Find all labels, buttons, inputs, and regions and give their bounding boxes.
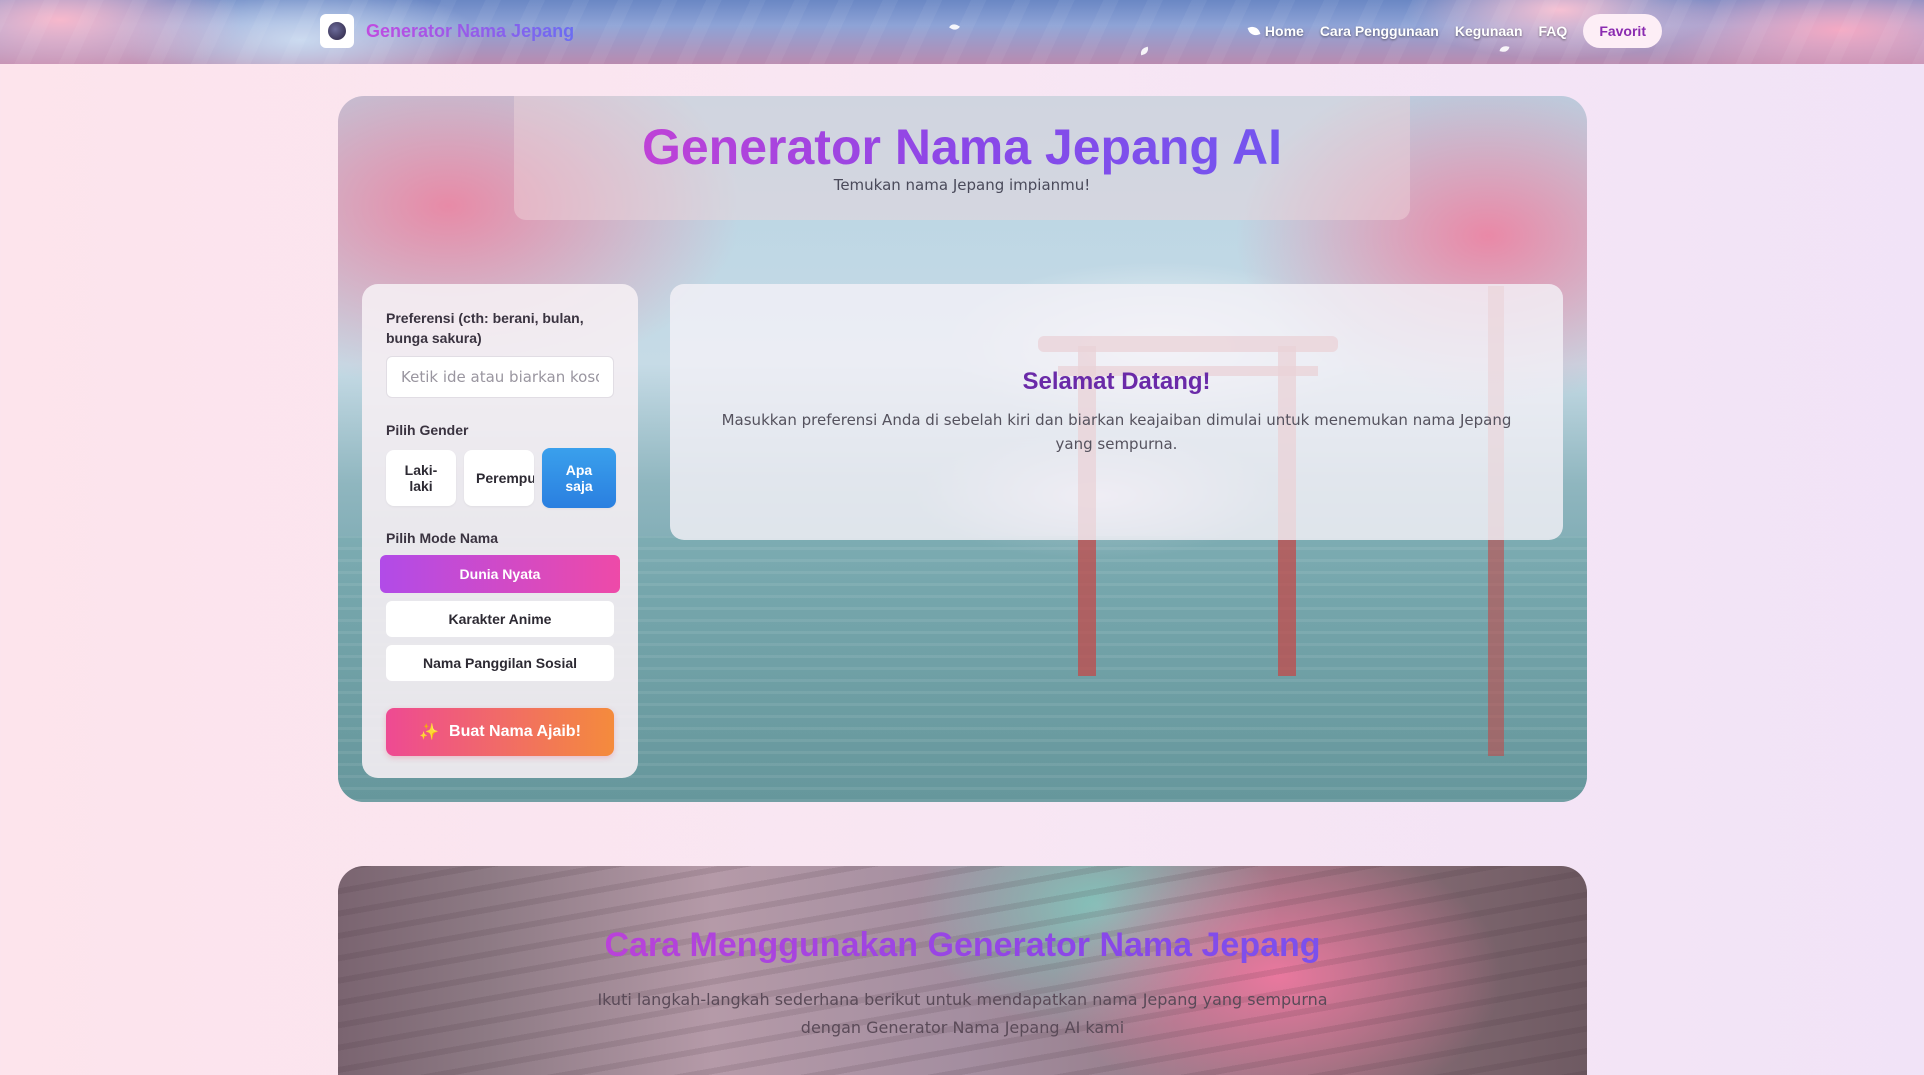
sparkle-icon: ✨ <box>419 724 440 741</box>
favorite-button[interactable]: Favorit <box>1583 14 1662 48</box>
nav-link-cara-penggunaan[interactable]: Cara Penggunaan <box>1320 23 1439 39</box>
hero-title: Generator Nama Jepang AI <box>514 118 1410 176</box>
mode-anime-character-button[interactable]: Karakter Anime <box>386 601 614 637</box>
gender-male-button[interactable]: Laki-laki <box>386 450 456 506</box>
gender-any-button[interactable]: Apa saja <box>542 448 616 508</box>
petal-decoration <box>1139 46 1150 56</box>
brand-logo-icon <box>320 14 354 48</box>
result-panel: Selamat Datang! Masukkan preferensi Anda… <box>670 284 1563 540</box>
nav-link-home[interactable]: Home <box>1247 23 1304 39</box>
hero-card: Generator Nama Jepang AI Temukan nama Je… <box>338 96 1587 802</box>
how-to-section: Cara Menggunakan Generator Nama Jepang I… <box>338 866 1587 1075</box>
how-to-title: Cara Menggunakan Generator Nama Jepang <box>338 926 1587 965</box>
name-form-panel: Preferensi (cth: berani, bulan, bunga sa… <box>362 284 638 778</box>
nav-link-kegunaan[interactable]: Kegunaan <box>1455 23 1523 39</box>
hero-subtitle: Temukan nama Jepang impianmu! <box>833 176 1091 194</box>
welcome-title: Selamat Datang! <box>1022 368 1211 395</box>
brand-name: Generator Nama Jepang <box>366 20 575 41</box>
generate-label: Buat Nama Ajaib! <box>449 723 581 740</box>
hero-title-box: Generator Nama Jepang AI Temukan nama Je… <box>514 96 1410 220</box>
generate-name-button[interactable]: ✨ Buat Nama Ajaib! <box>386 708 614 756</box>
mode-social-nickname-button[interactable]: Nama Panggilan Sosial <box>386 645 614 681</box>
gender-female-button[interactable]: Perempuan <box>464 450 534 506</box>
preference-input[interactable] <box>386 356 614 398</box>
leaf-icon <box>1247 24 1261 38</box>
nav-link-label: Home <box>1264 23 1304 39</box>
preference-label: Preferensi (cth: berani, bulan, bunga sa… <box>386 310 584 346</box>
navbar: Generator Nama Jepang Home Cara Pengguna… <box>0 0 1924 64</box>
how-to-subtitle: Ikuti langkah-langkah sederhana berikut … <box>597 990 1328 1037</box>
nav-links: Home Cara Penggunaan Kegunaan FAQ Favori… <box>1247 14 1662 48</box>
mode-real-world-button[interactable]: Dunia Nyata <box>380 555 620 593</box>
brand[interactable]: Generator Nama Jepang <box>320 14 574 48</box>
petal-decoration <box>949 22 960 32</box>
welcome-text: Masukkan preferensi Anda di sebelah kiri… <box>721 411 1512 453</box>
gender-label: Pilih Gender <box>386 422 469 438</box>
nav-link-faq[interactable]: FAQ <box>1539 23 1568 39</box>
mode-label: Pilih Mode Nama <box>386 530 499 546</box>
